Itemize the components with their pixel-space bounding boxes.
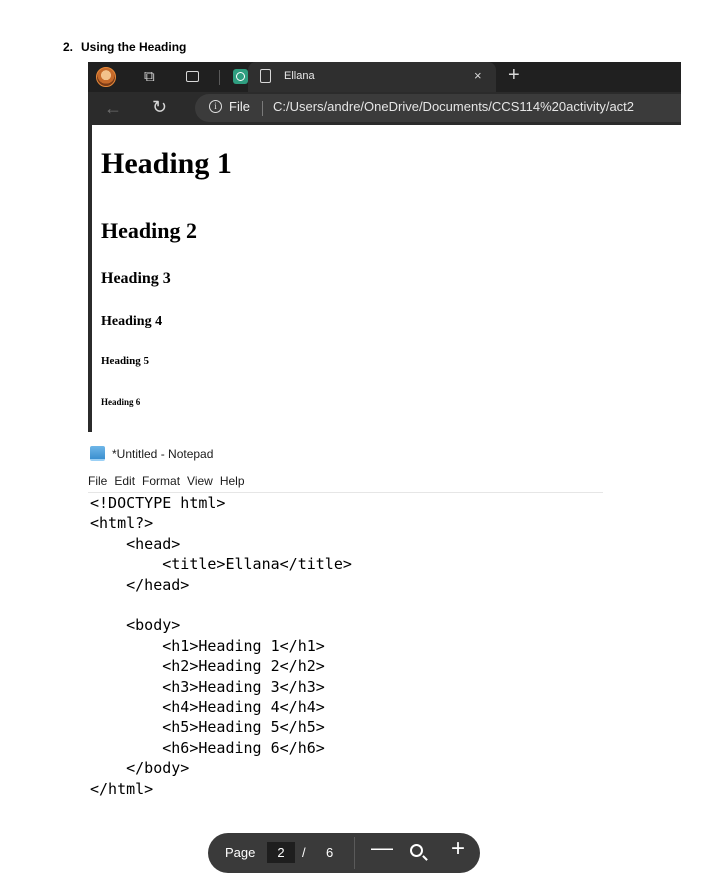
browser-screenshot: ⧉ Ellana × + ← ↻ i File C:/Users/andre/O… <box>88 62 681 432</box>
url-separator <box>262 101 263 116</box>
scheme-label: File <box>229 99 250 114</box>
address-bar: ← ↻ i File C:/Users/andre/OneDrive/Docum… <box>88 92 681 125</box>
tab-separator <box>219 70 220 85</box>
zoom-icon[interactable] <box>410 844 423 857</box>
menu-edit[interactable]: Edit <box>114 474 135 488</box>
new-tab-button[interactable]: + <box>508 64 520 87</box>
menu-view[interactable]: View <box>187 474 213 488</box>
menu-file[interactable]: File <box>88 474 107 488</box>
notepad-screenshot: *Untitled - Notepad File Edit Format View He… <box>88 442 608 842</box>
avatar-icon[interactable] <box>96 67 116 87</box>
heading-3: Heading 3 <box>101 270 171 287</box>
tab-title: Ellana <box>284 70 315 82</box>
notepad-icon <box>90 446 105 461</box>
pdf-page-toolbar: Page 2 / 6 — + <box>208 833 480 873</box>
code-editor[interactable]: <!DOCTYPE html> <html?> <head> <title>El… <box>90 493 352 799</box>
url-text[interactable]: C:/Users/andre/OneDrive/Documents/CCS114… <box>273 99 634 114</box>
step-heading: 2. Using the Heading <box>63 40 186 54</box>
total-pages: 6 <box>326 845 334 860</box>
menu-bar: File Edit Format View Help <box>88 472 603 493</box>
workspaces-icon[interactable]: ⧉ <box>144 62 155 92</box>
tab-actions-icon[interactable] <box>186 71 199 82</box>
heading-1: Heading 1 <box>101 147 232 180</box>
back-arrow-icon[interactable]: ← <box>104 98 122 119</box>
heading-4: Heading 4 <box>101 314 163 329</box>
reload-icon[interactable]: ↻ <box>152 97 167 118</box>
step-number: 2. <box>63 40 74 54</box>
current-page-input[interactable]: 2 <box>267 842 295 863</box>
chatgpt-icon[interactable] <box>233 69 248 84</box>
heading-2: Heading 2 <box>101 218 197 243</box>
step-title: Using the Heading <box>81 40 187 54</box>
toolbar-divider <box>354 837 355 869</box>
document-icon <box>260 69 271 83</box>
page-separator: / <box>302 845 306 860</box>
info-icon[interactable]: i <box>209 100 222 113</box>
close-icon[interactable]: × <box>474 68 482 83</box>
zoom-in-button[interactable]: + <box>451 835 465 863</box>
url-field[interactable]: i File C:/Users/andre/OneDrive/Documents… <box>195 94 681 122</box>
menu-help[interactable]: Help <box>220 474 245 488</box>
tab-bar: ⧉ Ellana × + <box>88 62 681 92</box>
window-title: *Untitled - Notepad <box>112 447 214 461</box>
tab-ellana[interactable]: Ellana × <box>248 62 496 92</box>
heading-5: Heading 5 <box>101 355 149 367</box>
menu-format[interactable]: Format <box>142 474 180 488</box>
heading-6: Heading 6 <box>101 397 141 407</box>
zoom-out-button[interactable]: — <box>371 835 393 861</box>
page-viewport: Heading 1 Heading 2 Heading 3 Heading 4 … <box>88 125 681 432</box>
page-label: Page <box>225 845 256 860</box>
